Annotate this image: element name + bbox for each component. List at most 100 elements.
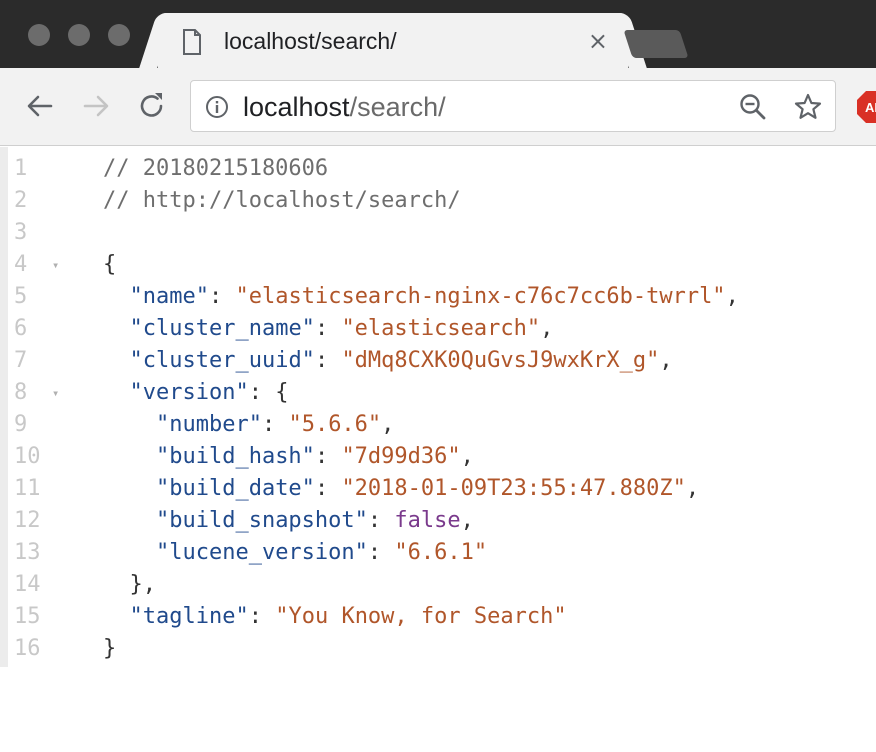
code-line: 7 "cluster_uuid": "dMq8CXK0QuGvsJ9wxKrX_…	[0, 345, 876, 377]
tab-localhost-search[interactable]: localhost/search/ ×	[158, 13, 628, 69]
json-code-block: 1 // 20180215180606 2 // http://localhost/s…	[0, 153, 876, 665]
code-line: 14 },	[0, 569, 876, 601]
json-string: "elasticsearch"	[341, 316, 541, 341]
code-text: // http://localhost/search/	[103, 185, 461, 217]
url-host: localhost	[243, 92, 350, 122]
json-punctuation: ,	[540, 316, 554, 341]
json-key: "cluster_uuid"	[129, 348, 315, 373]
adblock-extension-icon[interactable]: AB	[856, 90, 876, 124]
json-key: "build_snapshot"	[155, 508, 368, 533]
code-line: 13 "lucene_version": "6.6.1"	[0, 537, 876, 569]
json-punctuation: :	[314, 444, 342, 469]
zoom-out-icon[interactable]	[739, 93, 767, 121]
json-viewer: 1 // 20180215180606 2 // http://localhost/s…	[0, 147, 876, 752]
json-punctuation: :	[208, 284, 236, 309]
browser-titlebar: localhost/search/ ×	[0, 0, 876, 69]
line-number: 8	[14, 380, 28, 405]
line-number: 5	[14, 284, 28, 309]
json-punctuation	[103, 348, 130, 373]
line-number: 15	[14, 604, 41, 629]
line-number: 11	[14, 476, 41, 501]
fold-toggle-icon[interactable]: ▾	[52, 377, 59, 409]
tab-title: localhost/search/	[224, 28, 397, 54]
window-minimize-dot[interactable]	[68, 24, 90, 46]
json-punctuation: },	[103, 572, 156, 597]
line-number: 2	[14, 188, 28, 213]
window-close-dot[interactable]	[28, 24, 50, 46]
json-punctuation	[103, 540, 156, 565]
code-text: {	[103, 249, 116, 281]
json-punctuation	[103, 444, 156, 469]
json-punctuation: :	[314, 348, 342, 373]
json-key: "version"	[129, 380, 249, 405]
json-comment: // http://localhost/search/	[103, 188, 461, 213]
json-punctuation	[103, 508, 156, 533]
json-punctuation: ,	[381, 412, 395, 437]
line-number: 12	[14, 508, 41, 533]
page-icon	[182, 29, 202, 55]
code-text: "name": "elasticsearch-nginx-c76c7cc6b-t…	[103, 281, 739, 313]
code-line: 15 "tagline": "You Know, for Search"	[0, 601, 876, 633]
line-number: 10	[14, 444, 41, 469]
address-url[interactable]: localhost/search/	[243, 92, 446, 122]
json-string: "6.6.1"	[394, 540, 488, 565]
code-line: 12 "build_snapshot": false,	[0, 505, 876, 537]
json-punctuation: {	[103, 252, 117, 277]
forward-arrow-icon[interactable]	[80, 90, 112, 122]
json-key: "build_date"	[155, 476, 315, 501]
code-text: "build_date": "2018-01-09T23:55:47.880Z"…	[103, 473, 699, 505]
window-maximize-dot[interactable]	[108, 24, 130, 46]
code-line: 16}	[0, 633, 876, 665]
line-number: 7	[14, 348, 28, 373]
url-path: /search/	[349, 92, 446, 122]
code-line: 6 "cluster_name": "elasticsearch",	[0, 313, 876, 345]
json-punctuation	[103, 604, 130, 629]
json-key: "cluster_name"	[129, 316, 315, 341]
code-line: 9 "number": "5.6.6",	[0, 409, 876, 441]
json-string: "2018-01-09T23:55:47.880Z"	[341, 476, 686, 501]
fold-toggle-icon[interactable]: ▾	[52, 249, 59, 281]
json-punctuation: ,	[659, 348, 673, 373]
json-punctuation	[103, 316, 130, 341]
tab-close-icon[interactable]: ×	[588, 29, 608, 53]
code-text: "cluster_name": "elasticsearch",	[103, 313, 554, 345]
json-punctuation: :	[367, 540, 395, 565]
code-text: "build_hash": "7d99d36",	[103, 441, 474, 473]
code-text: "build_snapshot": false,	[103, 505, 474, 537]
json-punctuation: :	[314, 316, 342, 341]
code-text: "number": "5.6.6",	[103, 409, 394, 441]
json-punctuation	[103, 380, 130, 405]
address-bar[interactable]: localhost/search/	[190, 80, 836, 132]
extension-badge-text: AB	[865, 100, 876, 115]
code-text: "lucene_version": "6.6.1"	[103, 537, 487, 569]
json-key: "build_hash"	[155, 444, 315, 469]
json-boolean: false	[394, 508, 461, 533]
code-line: 11 "build_date": "2018-01-09T23:55:47.88…	[0, 473, 876, 505]
json-string: "7d99d36"	[341, 444, 461, 469]
json-comment: // 20180215180606	[103, 156, 329, 181]
new-tab-button[interactable]	[623, 30, 689, 58]
code-line: 8 ▾ "version": {	[0, 377, 876, 409]
line-number: 6	[14, 316, 28, 341]
code-line: 2 // http://localhost/search/	[0, 185, 876, 217]
back-arrow-icon[interactable]	[24, 90, 56, 122]
info-icon[interactable]	[205, 95, 229, 119]
line-number: 14	[14, 572, 41, 597]
reload-icon[interactable]	[136, 90, 168, 122]
line-number: 1	[14, 156, 28, 181]
window-edge-strip	[0, 147, 8, 667]
json-string: "elasticsearch-nginx-c76c7cc6b-twrrl"	[235, 284, 726, 309]
bookmark-star-icon[interactable]	[793, 92, 823, 122]
code-line: 10 "build_hash": "7d99d36",	[0, 441, 876, 473]
code-text: "cluster_uuid": "dMq8CXK0QuGvsJ9wxKrX_g"…	[103, 345, 673, 377]
json-punctuation: ,	[460, 508, 474, 533]
json-punctuation: :	[367, 508, 395, 533]
line-number: 9	[14, 412, 28, 437]
code-text: // 20180215180606	[103, 153, 328, 185]
line-number: 16	[14, 636, 41, 661]
json-punctuation	[103, 284, 130, 309]
code-line: 3	[0, 217, 876, 249]
code-text: },	[103, 569, 156, 601]
line-number: 3	[14, 220, 28, 245]
json-punctuation: ,	[725, 284, 739, 309]
